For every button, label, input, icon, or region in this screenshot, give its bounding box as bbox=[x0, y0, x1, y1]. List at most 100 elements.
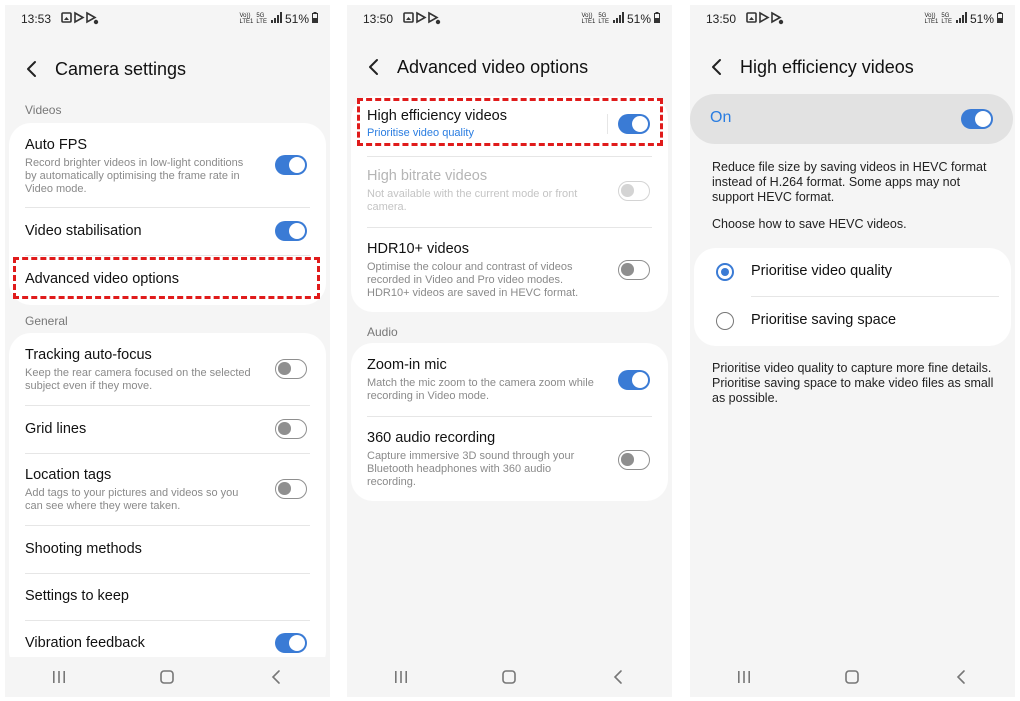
zoom-mic-toggle[interactable] bbox=[618, 370, 650, 390]
section-label-videos: Videos bbox=[25, 103, 62, 117]
volte-bottom: LTE1 bbox=[239, 19, 254, 25]
header: Advanced video options bbox=[347, 49, 672, 85]
status-time: 13:50 bbox=[363, 12, 394, 26]
volte-bottom: LTE1 bbox=[581, 19, 596, 25]
recent-apps-icon[interactable] bbox=[39, 662, 79, 692]
home-icon[interactable] bbox=[489, 662, 529, 692]
bitrate-toggle bbox=[618, 181, 650, 201]
section-label-general: General bbox=[25, 314, 68, 328]
recent-apps-icon[interactable] bbox=[381, 662, 421, 692]
on-label: On bbox=[710, 109, 732, 126]
network-indicator: 5G LTE bbox=[941, 13, 952, 25]
vibration-feedback-title: Vibration feedback bbox=[25, 635, 145, 651]
vibration-feedback-toggle[interactable] bbox=[275, 633, 307, 653]
battery-percent: 51% bbox=[284, 12, 309, 26]
auto-fps-title: Auto FPS bbox=[25, 137, 88, 153]
location-tags-row[interactable]: Location tags Add tags to your pictures … bbox=[25, 467, 256, 513]
tracking-af-row[interactable]: Tracking auto-focus Keep the rear camera… bbox=[25, 347, 256, 393]
audio-360-toggle[interactable] bbox=[618, 450, 650, 470]
location-tags-title: Location tags bbox=[25, 467, 112, 483]
zoom-mic-desc: Match the mic zoom to the camera zoom wh… bbox=[367, 377, 594, 402]
net-bottom: LTE bbox=[256, 19, 267, 25]
choose-label: Choose how to save HEVC videos. bbox=[712, 217, 907, 231]
back-nav-icon[interactable] bbox=[598, 662, 638, 692]
divider bbox=[25, 405, 310, 406]
shooting-methods-row[interactable]: Shooting methods bbox=[25, 541, 310, 557]
notification-dot-icon bbox=[93, 14, 99, 28]
notification-dot-icon bbox=[778, 14, 784, 28]
high-bitrate-videos-row: High bitrate videos Not available with t… bbox=[367, 168, 598, 214]
advanced-video-options-screen: 13:50 Vo)) LTE1 5G LTE 51% Advanced video … bbox=[347, 5, 672, 697]
hdr-toggle[interactable] bbox=[618, 260, 650, 280]
divider bbox=[751, 296, 999, 297]
battery-percent: 51% bbox=[969, 12, 994, 26]
signal-icon bbox=[612, 12, 624, 26]
divider bbox=[25, 207, 310, 208]
signal-icon bbox=[270, 12, 282, 26]
back-nav-icon[interactable] bbox=[941, 662, 981, 692]
grid-lines-toggle[interactable] bbox=[275, 419, 307, 439]
location-tags-toggle[interactable] bbox=[275, 479, 307, 499]
battery-icon bbox=[997, 12, 1003, 26]
radio-space[interactable] bbox=[716, 312, 734, 330]
status-time: 13:50 bbox=[706, 12, 737, 26]
location-tags-desc: Add tags to your pictures and videos so … bbox=[25, 487, 239, 512]
back-nav-icon[interactable] bbox=[256, 662, 296, 692]
back-arrow-icon[interactable] bbox=[351, 49, 397, 85]
divider bbox=[25, 453, 310, 454]
auto-fps-desc: Record brighter videos in low-light cond… bbox=[25, 157, 244, 195]
header: Camera settings bbox=[5, 51, 330, 87]
battery-icon bbox=[312, 12, 318, 26]
master-switch-bar[interactable]: On bbox=[690, 94, 1013, 144]
navigation-bar bbox=[347, 657, 672, 697]
footer-description: Prioritise video quality to capture more… bbox=[712, 361, 994, 405]
section-label-audio: Audio bbox=[367, 325, 398, 339]
page-title: Advanced video options bbox=[397, 56, 589, 77]
master-toggle[interactable] bbox=[961, 109, 993, 129]
auto-fps-row[interactable]: Auto FPS Record brighter videos in low-l… bbox=[25, 137, 256, 196]
hdr-title: HDR10+ videos bbox=[367, 241, 469, 257]
recent-apps-icon[interactable] bbox=[724, 662, 764, 692]
status-time: 13:53 bbox=[21, 12, 52, 26]
tracking-af-desc: Keep the rear camera focused on the sele… bbox=[25, 367, 251, 392]
divider bbox=[367, 156, 652, 157]
zoom-in-mic-row[interactable]: Zoom-in mic Match the mic zoom to the ca… bbox=[367, 357, 598, 403]
options-card: Prioritise video quality Prioritise savi… bbox=[694, 248, 1011, 346]
divider bbox=[25, 620, 310, 621]
divider bbox=[25, 255, 310, 256]
option-quality-label[interactable]: Prioritise video quality bbox=[751, 263, 892, 279]
zoom-mic-title: Zoom-in mic bbox=[367, 357, 447, 373]
grid-lines-row[interactable]: Grid lines bbox=[25, 421, 310, 437]
net-bottom: LTE bbox=[941, 19, 952, 25]
status-bar: 13:50 Vo)) LTE1 5G LTE 51% bbox=[690, 5, 1015, 33]
navigation-bar bbox=[5, 657, 330, 697]
home-icon[interactable] bbox=[147, 662, 187, 692]
video-stabilisation-row[interactable]: Video stabilisation bbox=[25, 223, 310, 239]
status-bar: 13:53 Vo)) LTE1 5G LTE 51% bbox=[5, 5, 330, 33]
video-stabilisation-title: Video stabilisation bbox=[25, 223, 142, 239]
audio-360-title: 360 audio recording bbox=[367, 430, 496, 446]
bitrate-desc: Not available with the current mode or f… bbox=[367, 188, 578, 213]
video-stabilisation-toggle[interactable] bbox=[275, 221, 307, 241]
back-arrow-icon[interactable] bbox=[694, 49, 740, 85]
tracking-af-toggle[interactable] bbox=[275, 359, 307, 379]
tracking-af-title: Tracking auto-focus bbox=[25, 347, 152, 363]
home-icon[interactable] bbox=[832, 662, 872, 692]
navigation-bar bbox=[690, 657, 1015, 697]
option-space-label[interactable]: Prioritise saving space bbox=[751, 312, 896, 328]
divider bbox=[25, 573, 310, 574]
audio-card: Zoom-in mic Match the mic zoom to the ca… bbox=[351, 343, 668, 501]
vibration-feedback-row[interactable]: Vibration feedback bbox=[25, 635, 310, 651]
back-arrow-icon[interactable] bbox=[9, 51, 55, 87]
auto-fps-toggle[interactable] bbox=[275, 155, 307, 175]
radio-quality[interactable] bbox=[716, 263, 734, 281]
highlight-box bbox=[357, 98, 663, 146]
volte-indicator: Vo)) LTE1 bbox=[240, 13, 254, 25]
volte-indicator: Vo)) LTE1 bbox=[925, 13, 939, 25]
page-title: Camera settings bbox=[55, 58, 187, 79]
audio-360-row[interactable]: 360 audio recording Capture immersive 3D… bbox=[367, 430, 598, 489]
highlight-box bbox=[13, 257, 320, 299]
settings-to-keep-row[interactable]: Settings to keep bbox=[25, 588, 310, 604]
hdr10-videos-row[interactable]: HDR10+ videos Optimise the colour and co… bbox=[367, 241, 598, 300]
page-title: High efficiency videos bbox=[740, 56, 914, 77]
